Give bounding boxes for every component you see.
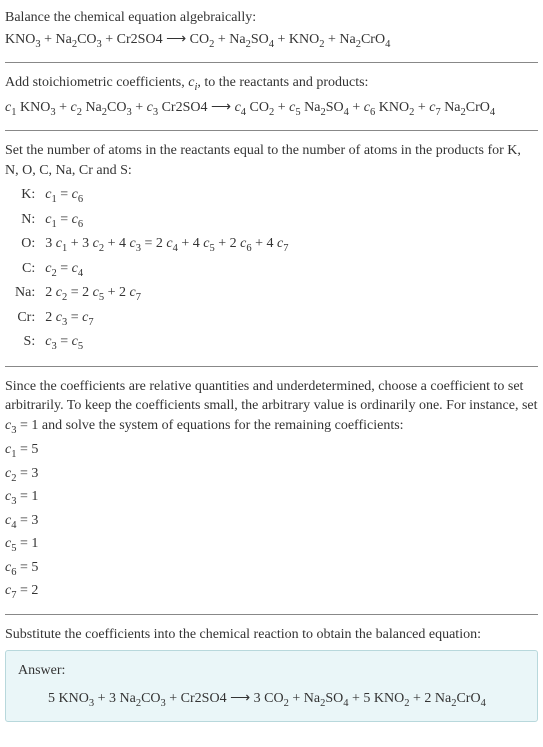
element-equation: 2 c2 = 2 c5 + 2 c7 [41, 282, 292, 306]
element-equation: c2 = c4 [41, 258, 292, 282]
element-label: K: [11, 184, 41, 208]
coef-list: c1 = 5c2 = 3c3 = 1c4 = 3c5 = 1c6 = 5c7 =… [5, 440, 538, 603]
table-row: O:3 c1 + 3 c2 + 4 c3 = 2 c4 + 4 c5 + 2 c… [11, 233, 292, 257]
table-row: C:c2 = c4 [11, 258, 292, 282]
element-label: O: [11, 233, 41, 257]
substitute-section: Substitute the coefficients into the che… [5, 625, 538, 723]
divider [5, 62, 538, 63]
table-row: K:c1 = c6 [11, 184, 292, 208]
atoms-section: Set the number of atoms in the reactants… [5, 141, 538, 356]
table-row: S:c3 = c5 [11, 331, 292, 355]
answer-box: Answer: 5 KNO3 + 3 Na2CO3 + Cr2SO4 ⟶ 3 C… [5, 650, 538, 722]
stoich-equation: c1 KNO3 + c2 Na2CO3 + c3 Cr2SO4 ⟶ c4 CO2… [5, 98, 538, 120]
divider [5, 366, 538, 367]
underdet-text: Since the coefficients are relative quan… [5, 377, 538, 439]
element-equation: c1 = c6 [41, 184, 292, 208]
divider [5, 130, 538, 131]
element-label: S: [11, 331, 41, 355]
coef-item: c2 = 3 [5, 464, 538, 486]
atoms-table: K:c1 = c6N:c1 = c6O:3 c1 + 3 c2 + 4 c3 =… [11, 184, 292, 355]
divider [5, 614, 538, 615]
intro-section: Balance the chemical equation algebraica… [5, 8, 538, 52]
underdet-section: Since the coefficients are relative quan… [5, 377, 538, 604]
element-equation: c1 = c6 [41, 209, 292, 233]
intro-equation: KNO3 + Na2CO3 + Cr2SO4 ⟶ CO2 + Na2SO4 + … [5, 30, 538, 52]
eq-right: CO2 + Na2SO4 + KNO2 + Na2CrO4 [190, 32, 391, 47]
element-label: Cr: [11, 307, 41, 331]
substitute-text: Substitute the coefficients into the che… [5, 625, 538, 645]
stoich-text: Add stoichiometric coefficients, ci, to … [5, 73, 538, 95]
element-equation: c3 = c5 [41, 331, 292, 355]
atoms-text: Set the number of atoms in the reactants… [5, 141, 538, 180]
answer-equation: 5 KNO3 + 3 Na2CO3 + Cr2SO4 ⟶ 3 CO2 + Na2… [18, 689, 525, 711]
element-label: N: [11, 209, 41, 233]
intro-text: Balance the chemical equation algebraica… [5, 8, 538, 28]
coef-item: c1 = 5 [5, 440, 538, 462]
stoich-section: Add stoichiometric coefficients, ci, to … [5, 73, 538, 120]
eq-left: KNO3 + Na2CO3 + Cr2SO4 [5, 32, 163, 47]
coef-item: c6 = 5 [5, 558, 538, 580]
element-label: C: [11, 258, 41, 282]
coef-item: c7 = 2 [5, 581, 538, 603]
table-row: Na:2 c2 = 2 c5 + 2 c7 [11, 282, 292, 306]
table-row: N:c1 = c6 [11, 209, 292, 233]
element-equation: 3 c1 + 3 c2 + 4 c3 = 2 c4 + 4 c5 + 2 c6 … [41, 233, 292, 257]
coef-item: c4 = 3 [5, 511, 538, 533]
element-equation: 2 c3 = c7 [41, 307, 292, 331]
answer-label: Answer: [18, 661, 525, 681]
coef-item: c3 = 1 [5, 487, 538, 509]
element-label: Na: [11, 282, 41, 306]
coef-item: c5 = 1 [5, 534, 538, 556]
arrow-icon: ⟶ [166, 32, 186, 47]
table-row: Cr:2 c3 = c7 [11, 307, 292, 331]
